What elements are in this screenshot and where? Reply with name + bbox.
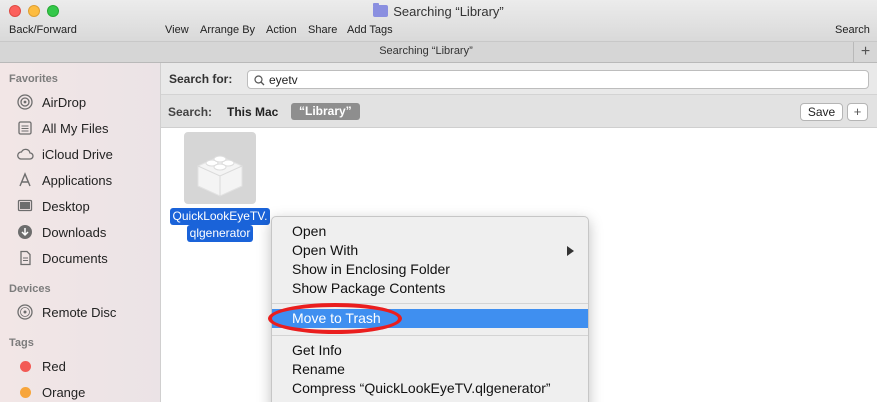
search-for-bar: Search for: eyetv — [161, 63, 877, 95]
tab-bar: Searching “Library” + — [0, 42, 877, 63]
menu-item-show-in-enclosing-folder[interactable]: Show in Enclosing Folder — [272, 260, 588, 279]
window-titlebar: Searching “Library” Back/Forward View Ar… — [0, 0, 877, 42]
sidebar-item-airdrop[interactable]: AirDrop — [16, 91, 156, 113]
file-item-icon[interactable] — [184, 132, 256, 204]
share-button[interactable]: Share — [308, 24, 337, 36]
menu-item-open-with[interactable]: Open With — [272, 241, 588, 260]
tag-dot-icon — [16, 357, 34, 375]
search-scope-label: Search: — [168, 105, 213, 119]
sidebar-item-all-my-files[interactable]: All My Files — [16, 117, 156, 139]
menu-separator — [272, 335, 588, 336]
sidebar-item-icloud-drive[interactable]: iCloud Drive — [16, 143, 156, 165]
documents-icon — [16, 249, 34, 267]
cloud-icon — [16, 145, 34, 163]
sidebar-item-label: Desktop — [42, 198, 90, 214]
menu-item-get-info[interactable]: Get Info — [272, 341, 588, 360]
menu-item-show-package-contents[interactable]: Show Package Contents — [272, 279, 588, 298]
search-input[interactable]: eyetv — [247, 70, 869, 89]
sidebar-item-applications[interactable]: Applications — [16, 169, 156, 191]
submenu-arrow-icon — [567, 246, 574, 256]
view-button[interactable]: View — [165, 24, 189, 36]
sidebar: Favorites AirDrop All My Files iCloud Dr… — [0, 63, 161, 402]
tab-searching-library[interactable]: Searching “Library” — [0, 45, 852, 57]
applications-icon — [16, 171, 34, 189]
sidebar-item-label: Documents — [42, 250, 108, 266]
search-icon — [254, 72, 265, 89]
sidebar-item-desktop[interactable]: Desktop — [16, 195, 156, 217]
sidebar-item-downloads[interactable]: Downloads — [16, 221, 156, 243]
arrange-by-button[interactable]: Arrange By — [200, 24, 255, 36]
back-forward-button[interactable]: Back/Forward — [9, 24, 77, 36]
action-button[interactable]: Action — [266, 24, 297, 36]
desktop-icon — [16, 197, 34, 215]
disc-icon — [16, 303, 34, 321]
add-criteria-button[interactable]: + — [847, 103, 868, 121]
save-search-button[interactable]: Save — [800, 103, 843, 121]
lego-brick-icon — [197, 155, 243, 197]
menu-item-open[interactable]: Open — [272, 222, 588, 241]
airdrop-icon — [16, 93, 34, 111]
sidebar-item-label: iCloud Drive — [42, 146, 113, 162]
sidebar-item-remote-disc[interactable]: Remote Disc — [16, 301, 156, 323]
search-for-label: Search for: — [169, 72, 233, 86]
sidebar-item-tag-orange[interactable]: Orange — [16, 381, 156, 402]
new-tab-button[interactable]: + — [853, 42, 877, 63]
sidebar-item-label: Orange — [42, 384, 86, 400]
all-files-icon — [16, 119, 34, 137]
sidebar-header-favorites: Favorites — [9, 73, 58, 85]
sidebar-item-tag-red[interactable]: Red — [16, 355, 156, 377]
sidebar-item-label: Downloads — [42, 224, 107, 240]
downloads-icon — [16, 223, 34, 241]
search-button[interactable]: Search — [835, 24, 870, 36]
scope-library-button[interactable]: “Library” — [291, 103, 360, 120]
menu-item-rename[interactable]: Rename — [272, 360, 588, 379]
window-title: Searching “Library” — [0, 3, 877, 19]
sidebar-header-devices: Devices — [9, 283, 51, 295]
sidebar-item-label: AirDrop — [42, 94, 87, 110]
tag-dot-icon — [16, 383, 34, 401]
annotation-circle — [268, 303, 402, 334]
sidebar-item-label: All My Files — [42, 120, 109, 136]
smart-folder-icon — [373, 3, 389, 17]
search-scope-bar: Search: This Mac “Library” Save + — [161, 95, 877, 128]
sidebar-item-label: Red — [42, 358, 66, 374]
sidebar-item-label: Remote Disc — [42, 304, 117, 320]
scope-this-mac-button[interactable]: This Mac — [227, 105, 278, 119]
menu-item-compress[interactable]: Compress “QuickLookEyeTV.qlgenerator” — [272, 379, 588, 398]
file-item-name[interactable]: QuickLookEyeTV. qlgenerator — [168, 208, 272, 242]
add-tags-button[interactable]: Add Tags — [347, 24, 393, 36]
sidebar-header-tags: Tags — [9, 337, 34, 349]
search-input-value: eyetv — [269, 73, 298, 87]
sidebar-item-documents[interactable]: Documents — [16, 247, 156, 269]
sidebar-item-label: Applications — [42, 172, 113, 188]
